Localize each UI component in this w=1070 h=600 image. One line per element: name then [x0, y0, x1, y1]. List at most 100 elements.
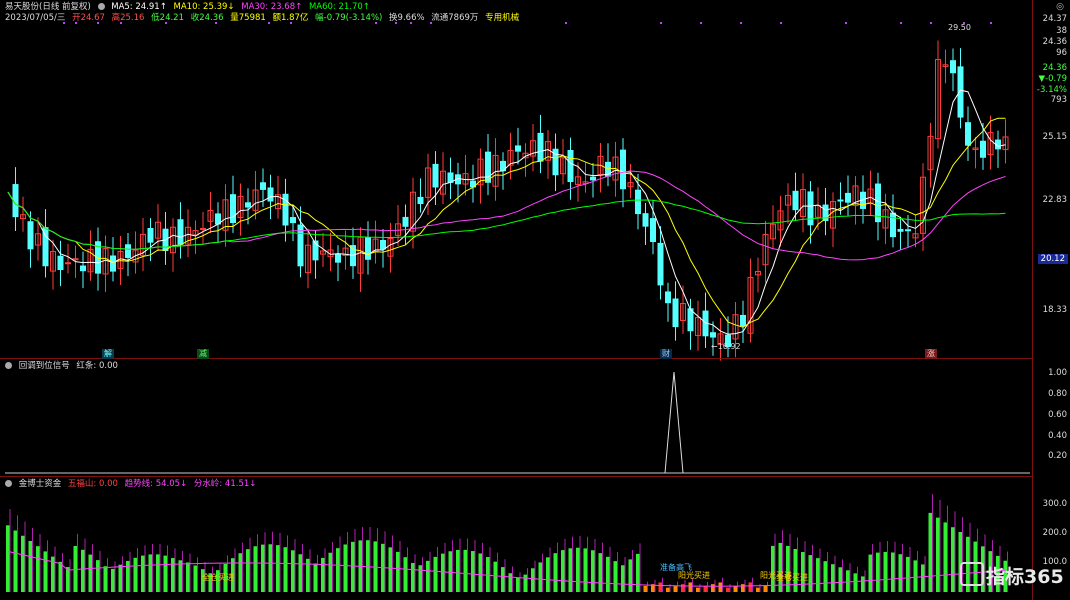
axis-label: 38 — [1056, 26, 1067, 36]
indicator2-bar — [276, 545, 280, 592]
candle-body — [665, 291, 671, 304]
indicator2-bar — [336, 548, 340, 592]
indicator2-bar — [343, 544, 348, 592]
indicator2-bar — [891, 552, 895, 592]
indicator2-bar — [583, 548, 588, 592]
indicator2-bar — [636, 553, 640, 592]
candle-body — [335, 253, 341, 263]
signal-sunrise: 阳光买进 — [678, 571, 710, 580]
indicator2-bar — [403, 557, 408, 592]
indicator2-bar — [148, 554, 153, 592]
indicator2-bar — [561, 550, 565, 592]
signal-dot — [75, 22, 77, 24]
axis-label: 793 — [1050, 95, 1067, 105]
candle-body — [650, 218, 656, 243]
candle-body — [110, 255, 116, 272]
axis-label: 1.00 — [1048, 368, 1067, 378]
candle-body — [950, 60, 956, 74]
indicator2-bar — [883, 551, 888, 592]
axis-label: 0.60 — [1048, 410, 1067, 420]
indicator2-bar — [111, 568, 115, 592]
axis-label: 300.0 — [1042, 499, 1067, 509]
indicator2-bar — [838, 567, 843, 592]
indicator2-bar — [396, 551, 400, 592]
candle-body — [245, 202, 251, 208]
event-marker-unlock[interactable]: 解 — [102, 349, 114, 359]
candle-body — [485, 151, 491, 183]
indicator2-bar — [741, 584, 745, 592]
signal-dot — [565, 22, 567, 24]
indicator2-bar — [546, 557, 550, 592]
divider-2 — [0, 476, 1032, 477]
candle-body — [177, 219, 184, 245]
indicator2-bar — [816, 558, 820, 592]
indicator2-bar — [823, 561, 828, 592]
candle-body — [125, 244, 131, 258]
candle-body — [72, 258, 79, 261]
indicator2-v3: 分水岭: 41.51↓ — [193, 479, 257, 489]
candle-body — [672, 298, 679, 328]
indicator2-bar — [283, 547, 288, 592]
indicator2-bar — [621, 565, 625, 592]
signal-dot — [165, 22, 167, 24]
high-price-label: 29.50 — [948, 23, 971, 32]
indicator2-title[interactable]: 金博士资金 — [19, 479, 62, 489]
indicator2-bar — [508, 573, 513, 592]
signal-dot — [375, 22, 377, 24]
indicator2-bar — [238, 553, 243, 592]
signal-dot — [700, 22, 702, 24]
indicator2-bar — [141, 555, 145, 592]
indicator2-bar — [943, 522, 948, 592]
event-marker-rise[interactable]: 涨 — [925, 349, 937, 359]
indicator2-bar — [471, 551, 475, 592]
indicator2-bar — [913, 560, 918, 592]
candle-body — [230, 194, 236, 223]
candle-body — [417, 196, 424, 205]
signal-dot — [900, 22, 902, 24]
indicator2-bar — [178, 560, 183, 592]
candle-body — [267, 187, 274, 202]
indicator2-bar — [756, 587, 760, 592]
signal-dot — [410, 22, 412, 24]
indicator1-title[interactable]: 回调到位信号 — [19, 361, 70, 371]
indicator2-bar — [711, 584, 715, 592]
candle-body — [905, 229, 911, 232]
indicator2-bar — [156, 554, 160, 592]
candle-body — [260, 182, 266, 190]
indicator2-bar — [66, 567, 70, 592]
event-marker-finance[interactable]: 财 — [660, 349, 672, 359]
signal-dot — [930, 22, 932, 24]
candle-body — [657, 242, 664, 286]
candle-body — [807, 191, 814, 226]
indicator2-bar — [81, 549, 85, 592]
indicator2-bar — [793, 548, 798, 592]
indicator2-bar — [253, 546, 258, 592]
settings-icon[interactable] — [5, 480, 12, 487]
indicator2-bar — [868, 554, 873, 592]
indicator2-bar — [388, 547, 393, 592]
chart-canvas[interactable] — [0, 0, 1070, 600]
watermark: 指标365 — [960, 562, 1064, 589]
event-marker-reduce[interactable]: 减 — [197, 349, 209, 359]
indicator2-bar — [28, 540, 33, 592]
indicator2-bar — [936, 517, 940, 592]
indicator2-bar — [591, 550, 595, 592]
indicator2-bar — [36, 546, 40, 592]
signal-dot — [63, 22, 65, 24]
indicator2-bar — [448, 551, 453, 592]
indicator2-bar — [598, 553, 603, 592]
indicator2-bar — [118, 564, 123, 592]
candle-body — [80, 265, 86, 272]
indicator2-bar — [831, 564, 835, 592]
indicator2-bar — [103, 566, 108, 592]
signal-dot — [740, 22, 742, 24]
indicator2-bar — [328, 552, 333, 592]
settings-icon[interactable] — [5, 362, 12, 369]
indicator2-bar — [433, 556, 438, 592]
indicator1-header: 回调到位信号 红条: 0.00 — [5, 360, 122, 372]
candle-body — [837, 199, 844, 202]
low-price-label: ←16.92 — [711, 342, 741, 351]
indicator2-bar — [853, 573, 858, 592]
indicator2-bar — [171, 558, 175, 592]
indicator2-bar — [88, 554, 93, 592]
